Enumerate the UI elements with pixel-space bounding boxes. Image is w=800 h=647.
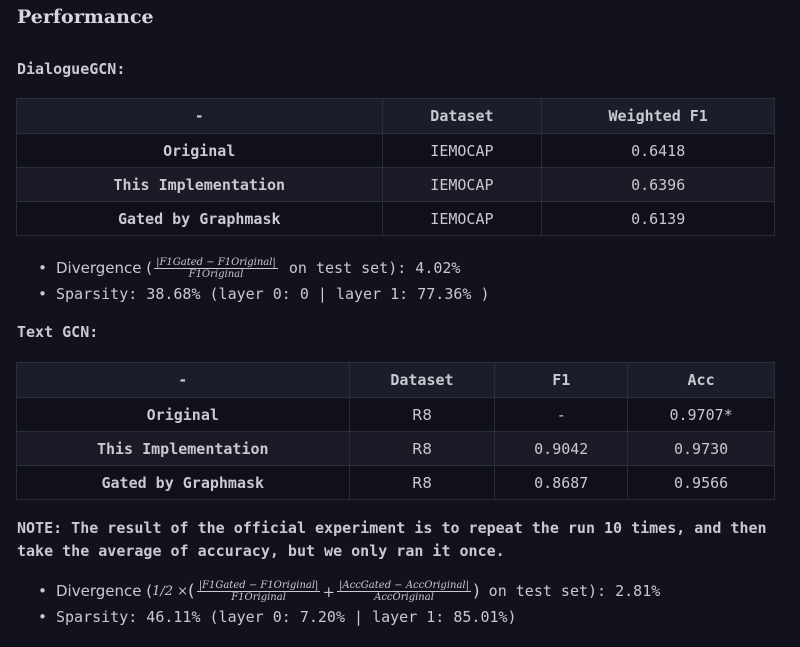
list-item: • Divergence (1/2 ×(|F1Gated − F1Origina…: [38, 580, 661, 603]
table-cell: R8: [348, 397, 496, 432]
divergence-value: on test set): 2.81%: [479, 582, 661, 600]
divergence-formula: |AccGated − AccOriginal| AccOriginal: [337, 580, 472, 603]
table-cell: 0.6396: [541, 167, 775, 202]
table-row: Original R8 - 0.9707*: [16, 397, 775, 432]
table-cell: IEMOCAP: [381, 133, 543, 168]
column-header: Dataset: [381, 98, 543, 134]
column-header: Acc: [627, 362, 775, 398]
table-cell: 0.6418: [541, 133, 775, 168]
table-cell: This Implementation: [16, 431, 350, 466]
table-cell: Original: [16, 397, 350, 432]
table-row: Gated by Graphmask R8 0.8687 0.9566: [16, 465, 775, 500]
table-cell: IEMOCAP: [381, 201, 543, 236]
dialoguegcn-table: - Dataset Weighted F1 Original IEMOCAP 0…: [16, 98, 775, 236]
half-times: 1/2 ×: [152, 583, 189, 599]
table-cell: -: [494, 397, 629, 432]
note-text: NOTE: The result of the official experim…: [17, 519, 767, 560]
page-heading: Performance: [17, 6, 154, 28]
dialoguegcn-metrics-list: • Divergence (|F1Gated − F1Original| F1Or…: [0, 255, 489, 307]
column-header: -: [16, 98, 383, 134]
column-header: -: [16, 362, 350, 398]
table-cell: 0.9566: [627, 465, 775, 500]
textgcn-table: - Dataset F1 Acc Original R8 - 0.9707* T…: [16, 362, 775, 500]
column-header: Dataset: [348, 362, 496, 398]
table-header-row: - Dataset Weighted F1: [16, 98, 775, 134]
table-cell: IEMOCAP: [381, 167, 543, 202]
table-row: Gated by Graphmask IEMOCAP 0.6139: [16, 201, 775, 236]
table-cell: 0.9730: [627, 431, 775, 466]
list-item: • Divergence (|F1Gated − F1Original| F1Or…: [38, 257, 461, 280]
table-cell: 0.6139: [541, 201, 775, 236]
dialoguegcn-title: DialogueGCN:: [17, 60, 126, 78]
textgcn-metrics-list: • Divergence (1/2 ×(|F1Gated − F1Origina…: [0, 578, 660, 630]
table-cell: R8: [348, 431, 496, 466]
sparsity-text: Sparsity: 38.68% (layer 0: 0 | layer 1: …: [56, 285, 490, 303]
column-header: F1: [494, 362, 629, 398]
table-row: This Implementation R8 0.9042 0.9730: [16, 431, 775, 466]
divergence-formula: |F1Gated − F1Original| F1Original: [196, 580, 321, 603]
sparsity-text: Sparsity: 46.11% (layer 0: 7.20% | layer…: [56, 608, 517, 626]
divergence-value: on test set): 4.02%: [279, 259, 461, 277]
divergence-label: Divergence (: [56, 582, 153, 600]
table-cell: This Implementation: [16, 167, 383, 202]
column-header: Weighted F1: [541, 98, 775, 134]
list-item: • Sparsity: 46.11% (layer 0: 7.20% | lay…: [38, 608, 517, 626]
table-header-row: - Dataset F1 Acc: [16, 362, 775, 398]
table-row: This Implementation IEMOCAP 0.6396: [16, 167, 775, 202]
list-item: • Sparsity: 38.68% (layer 0: 0 | layer 1…: [38, 285, 490, 303]
divergence-label: Divergence (: [56, 259, 153, 277]
table-cell: 0.9707*: [627, 397, 775, 432]
textgcn-title: Text GCN:: [17, 323, 99, 341]
divergence-formula: |F1Gated − F1Original| F1Original: [154, 257, 278, 280]
table-cell: R8: [348, 465, 496, 500]
table-cell: Gated by Graphmask: [16, 201, 383, 236]
table-cell: Gated by Graphmask: [16, 465, 350, 500]
table-cell: 0.8687: [494, 465, 629, 500]
table-cell: Original: [16, 133, 383, 168]
table-cell: 0.9042: [494, 431, 629, 466]
table-row: Original IEMOCAP 0.6418: [16, 133, 775, 168]
